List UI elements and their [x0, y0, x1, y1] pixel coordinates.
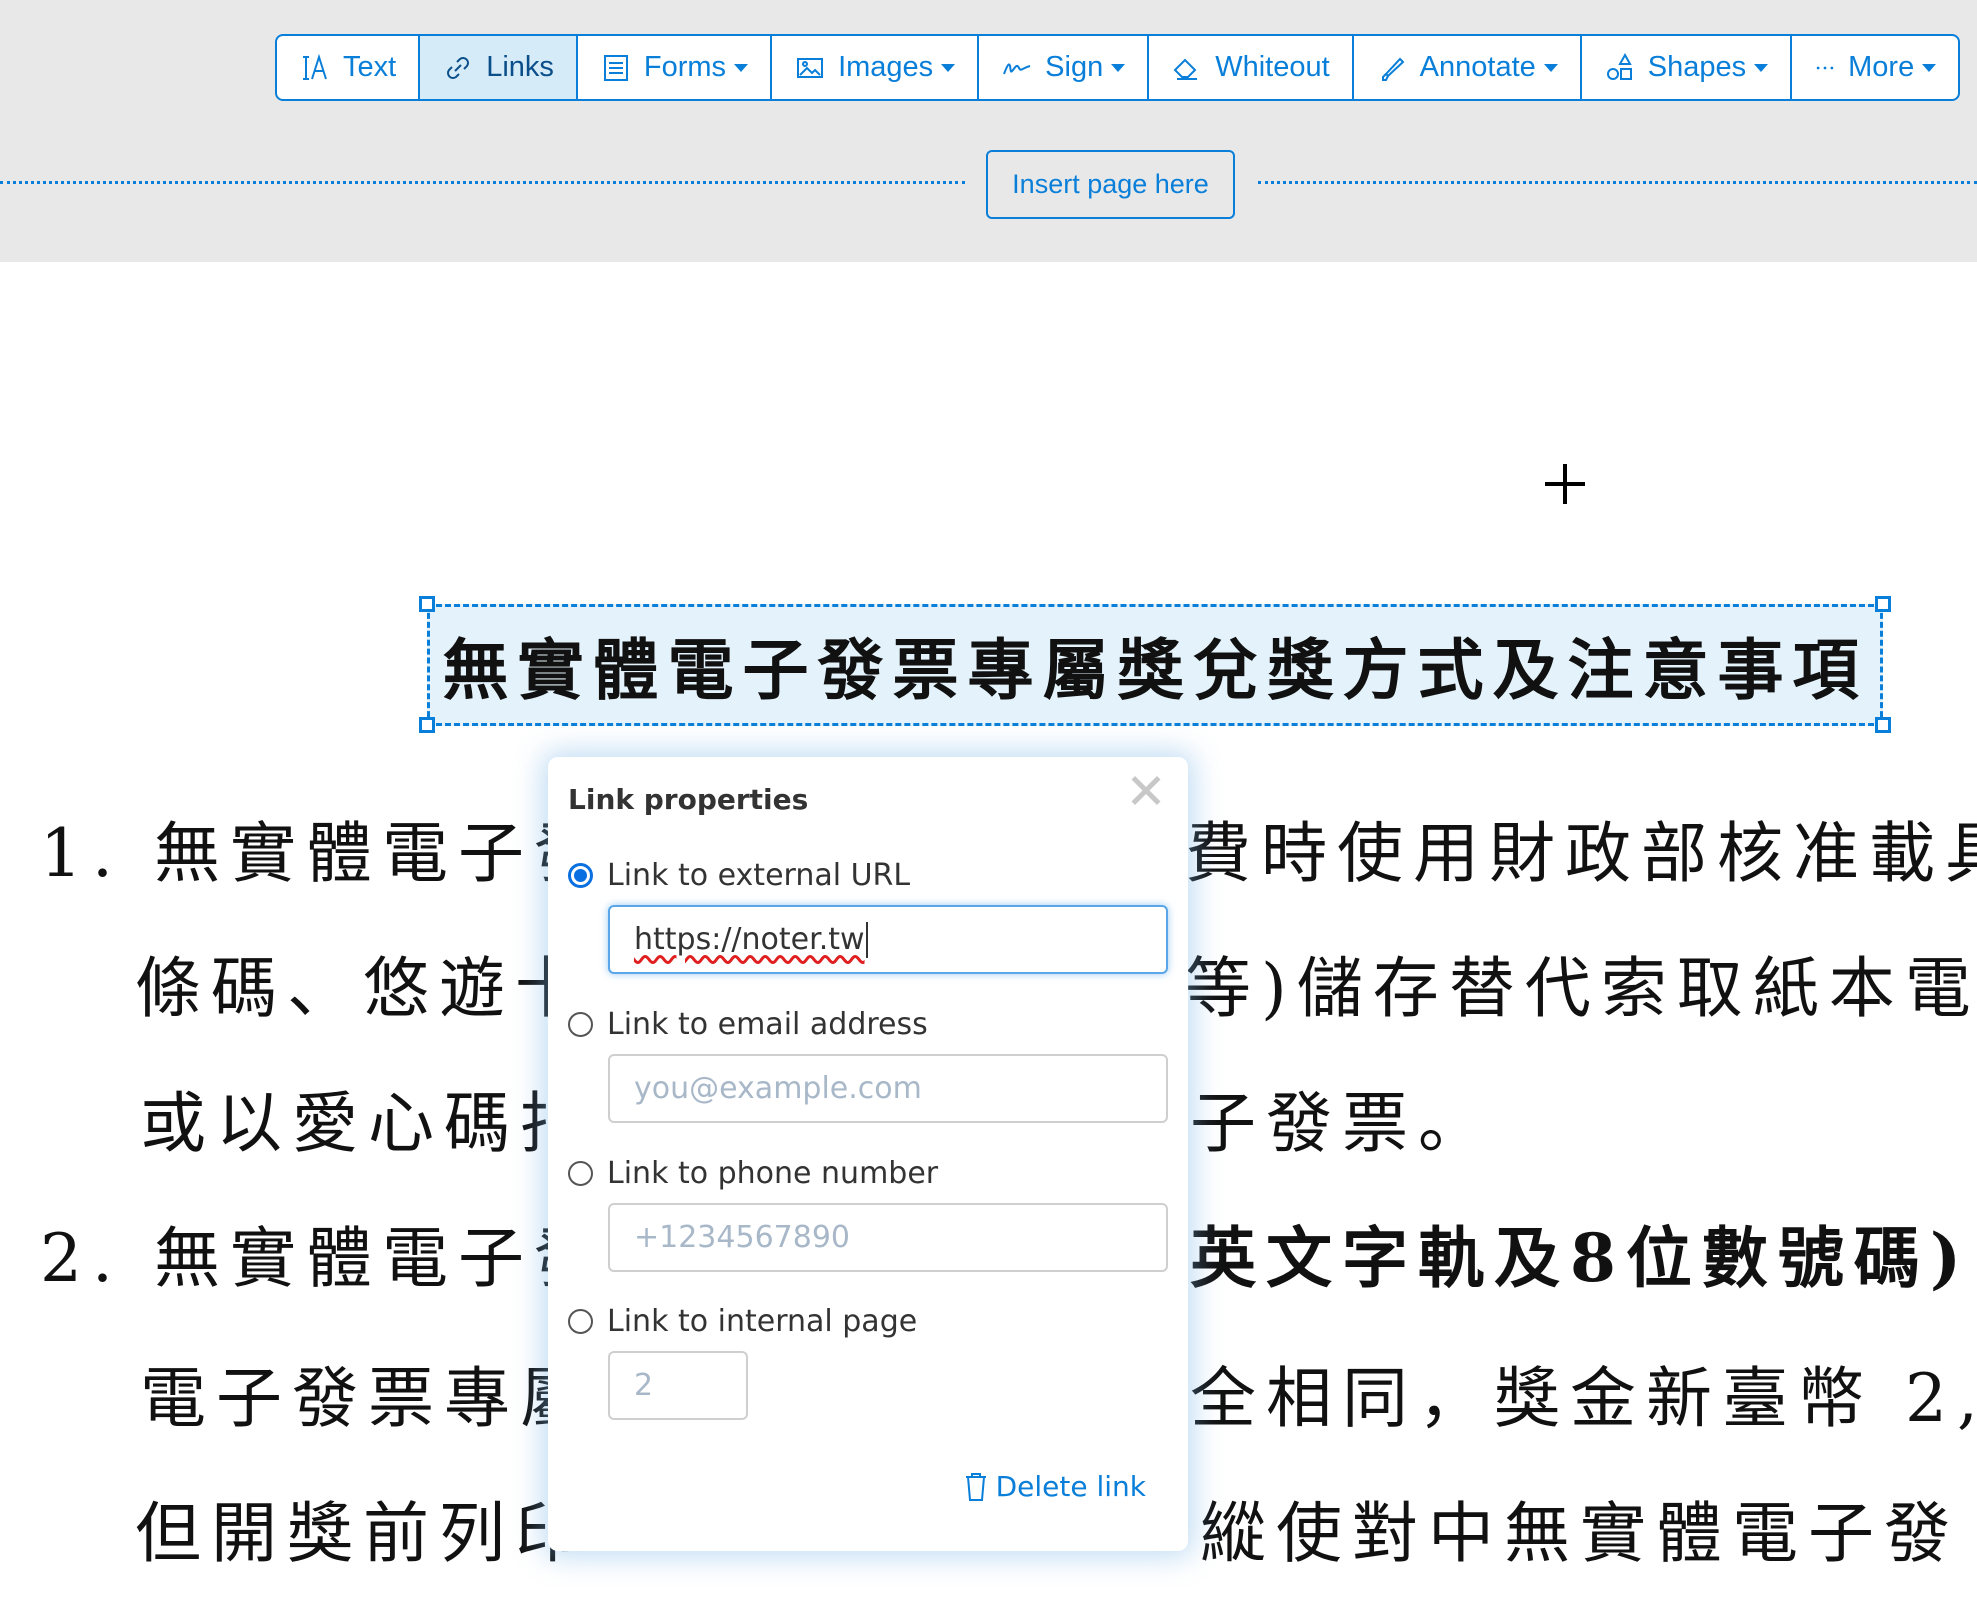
- doc-line: 縱使對中無實體電子發: [1200, 1495, 1960, 1572]
- toolbar-text-label: Text: [343, 51, 397, 83]
- crosshair-cursor-icon: [1545, 464, 1585, 504]
- doc-line: 條碼、悠遊卡: [135, 950, 591, 1027]
- text-caret: [865, 921, 868, 958]
- selected-link-region[interactable]: 無實體電子發票專屬獎兌獎方式及注意事項: [427, 604, 1883, 726]
- radio-internal-page[interactable]: [568, 1309, 593, 1334]
- page-number-input[interactable]: 2: [608, 1351, 748, 1420]
- doc-line: 全相同，獎金新臺幣 2,: [1190, 1360, 1977, 1437]
- toolbar-images-button[interactable]: Images: [772, 36, 980, 99]
- toolbar-images-label: Images: [838, 51, 934, 83]
- toolbar-links-label: Links: [486, 51, 554, 83]
- toolbar-forms-label: Forms: [643, 51, 727, 83]
- chevron-down-icon: [941, 63, 956, 72]
- chevron-down-icon: [734, 63, 749, 72]
- doc-line: 等)儲存替代索取紙本電: [1185, 950, 1977, 1027]
- toolbar-forms-button[interactable]: Forms: [578, 36, 773, 99]
- doc-line: 子發票。: [1190, 1085, 1494, 1162]
- phone-input[interactable]: +1234567890: [608, 1203, 1168, 1272]
- close-icon[interactable]: [1126, 771, 1166, 811]
- link-icon: [447, 56, 470, 79]
- toolbar-annotate-label: Annotate: [1419, 51, 1536, 83]
- option-internal-page-label: Link to internal page: [607, 1304, 918, 1339]
- toolbar-text-button[interactable]: Text: [277, 36, 421, 99]
- doc-line: 2. 無實體電子發: [40, 1220, 610, 1297]
- option-external-url-label: Link to external URL: [607, 858, 911, 893]
- image-icon: [797, 57, 824, 78]
- radio-email[interactable]: [568, 1012, 593, 1037]
- eraser-icon: [1173, 58, 1198, 80]
- insert-page-button[interactable]: Insert page here: [986, 150, 1235, 219]
- dialog-title: Link properties: [568, 783, 809, 816]
- chevron-down-icon: [1922, 63, 1937, 72]
- delete-link-label: Delete link: [995, 1470, 1146, 1503]
- toolbar-more-button[interactable]: More: [1792, 36, 1958, 99]
- chevron-down-icon: [1754, 63, 1769, 72]
- highlighter-icon: [1381, 57, 1405, 81]
- signature-icon: [1003, 62, 1031, 74]
- form-icon: [603, 54, 628, 81]
- doc-line: 但開獎前列印: [135, 1495, 591, 1572]
- toolbar-whiteout-button[interactable]: Whiteout: [1149, 36, 1354, 99]
- resize-handle-top-right[interactable]: [1875, 596, 1891, 612]
- option-internal-page[interactable]: Link to internal page: [568, 1304, 917, 1339]
- option-phone-label: Link to phone number: [607, 1156, 939, 1191]
- chevron-down-icon: [1543, 63, 1558, 72]
- page-separator-left: [0, 181, 965, 184]
- doc-line: 英文字軌及8位數號碼): [1190, 1219, 1972, 1297]
- doc-line: 1. 無實體電子發: [40, 815, 610, 892]
- radio-phone[interactable]: [568, 1161, 593, 1186]
- toolbar-sign-button[interactable]: Sign: [979, 36, 1150, 99]
- toolbar-shapes-label: Shapes: [1647, 51, 1747, 83]
- url-input-value: https://noter.tw: [634, 922, 865, 957]
- toolbar-whiteout-label: Whiteout: [1215, 51, 1330, 83]
- option-email-label: Link to email address: [607, 1007, 928, 1042]
- doc-line: 費時使用財政部核准載具: [1185, 815, 1977, 892]
- link-properties-dialog: Link properties Link to external URL htt…: [548, 757, 1188, 1551]
- toolbar-more-label: More: [1848, 51, 1915, 83]
- doc-line: 電子發票專屬: [140, 1360, 596, 1437]
- text-cursor-icon: [303, 53, 327, 80]
- main-toolbar: Text Links Forms Images Sign Whiteout An…: [275, 34, 1961, 101]
- radio-external-url[interactable]: [568, 863, 593, 888]
- chevron-down-icon: [1111, 63, 1126, 72]
- resize-handle-top-left[interactable]: [419, 596, 435, 612]
- email-input[interactable]: you@example.com: [608, 1054, 1168, 1123]
- resize-handle-bottom-left[interactable]: [419, 717, 435, 733]
- option-phone[interactable]: Link to phone number: [568, 1156, 938, 1191]
- toolbar-shapes-button[interactable]: Shapes: [1582, 36, 1793, 99]
- toolbar-sign-label: Sign: [1045, 51, 1104, 83]
- toolbar-annotate-button[interactable]: Annotate: [1354, 36, 1582, 99]
- page-separator-right: [1258, 181, 1977, 184]
- toolbar-area: Text Links Forms Images Sign Whiteout An…: [0, 0, 1977, 262]
- delete-link-button[interactable]: Delete link: [964, 1470, 1146, 1503]
- shapes-icon: [1606, 52, 1632, 80]
- doc-line: 或以愛心碼捐: [140, 1085, 596, 1162]
- option-external-url[interactable]: Link to external URL: [568, 858, 910, 893]
- toolbar-links-button[interactable]: Links: [420, 36, 578, 99]
- trash-icon: [965, 1472, 986, 1501]
- ellipsis-icon: [1816, 66, 1834, 69]
- document-title: 無實體電子發票專屬獎兌獎方式及注意事項: [442, 631, 1868, 709]
- url-input[interactable]: https://noter.tw: [608, 905, 1168, 974]
- option-email[interactable]: Link to email address: [568, 1007, 928, 1042]
- resize-handle-bottom-right[interactable]: [1875, 717, 1891, 733]
